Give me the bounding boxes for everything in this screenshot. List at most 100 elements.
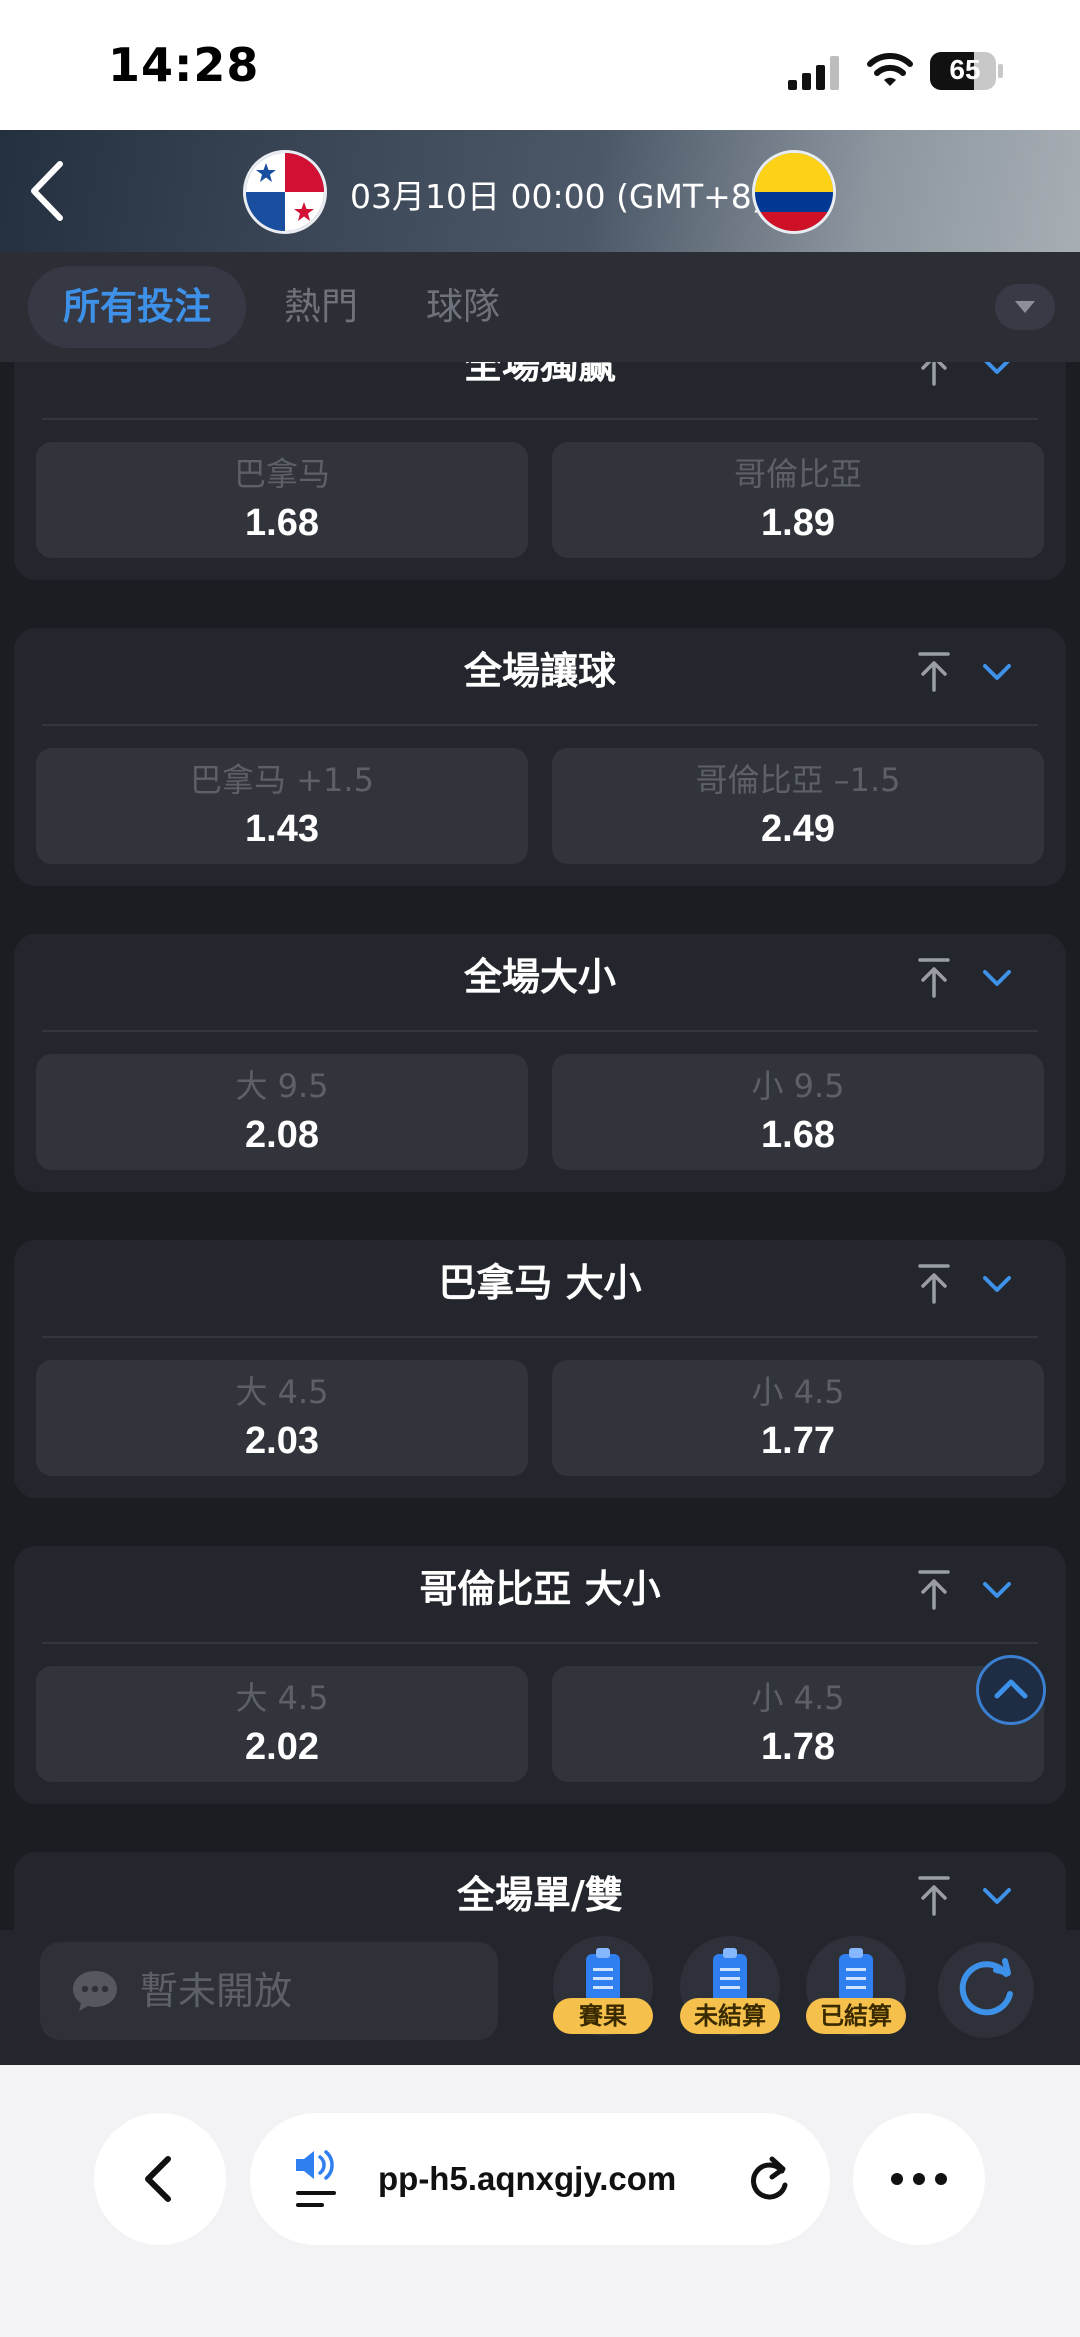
- odds-button[interactable]: 大 4.5 2.02: [36, 1666, 528, 1782]
- odds-value: 2.02: [245, 1726, 319, 1768]
- settled-button[interactable]: 已結算: [806, 1936, 906, 2046]
- battery-level: 65: [949, 54, 981, 85]
- speaker-icon: [296, 2150, 336, 2207]
- odds-button[interactable]: 大 9.5 2.08: [36, 1054, 528, 1170]
- chevron-down-icon[interactable]: [979, 654, 1015, 690]
- battery-indicator: 65: [930, 52, 1004, 90]
- chevron-down-icon[interactable]: [979, 1266, 1015, 1302]
- odds-button[interactable]: 小 9.5 1.68: [552, 1054, 1044, 1170]
- market-title: 巴拿马 大小: [438, 1261, 642, 1305]
- unsettled-label: 未結算: [680, 1998, 780, 2034]
- odds-value: 1.68: [245, 502, 319, 544]
- odds-value: 1.77: [761, 1420, 835, 1462]
- unsettled-button[interactable]: 未結算: [680, 1936, 780, 2046]
- colombia-flag-icon: [752, 150, 836, 234]
- chat-placeholder: 暫未開放: [140, 1969, 293, 2013]
- clipboard-clip: [596, 1948, 610, 1958]
- tab-dropdown-button[interactable]: [995, 284, 1055, 330]
- back-icon[interactable]: [22, 156, 72, 226]
- market-card: 全場大小 大 9.5 2.08 小 9.5 1.68: [14, 934, 1066, 1192]
- chevron-down-icon[interactable]: [979, 362, 1015, 384]
- odds-value: 2.49: [761, 808, 835, 850]
- odds-button[interactable]: 小 4.5 1.77: [552, 1360, 1044, 1476]
- address-bar[interactable]: pp-h5.aqnxgjy.com: [250, 2113, 830, 2245]
- results-label: 賽果: [553, 1998, 653, 2034]
- divider: [42, 724, 1038, 726]
- refresh-button[interactable]: [938, 1942, 1034, 2038]
- odds-button[interactable]: 巴拿马 +1.5 1.43: [36, 748, 528, 864]
- selection-label: 大 4.5: [235, 1679, 329, 1717]
- clipboard-icon: [713, 1954, 747, 2002]
- odds-button[interactable]: 哥倫比亞 1.89: [552, 442, 1044, 558]
- match-header: 03月10日 00:00 (GMT+8): [0, 130, 1080, 252]
- pin-to-top-icon[interactable]: [914, 1874, 954, 1918]
- odds-button[interactable]: 哥倫比亞 –1.5 2.49: [552, 748, 1044, 864]
- market-title: 哥倫比亞 大小: [419, 1567, 661, 1611]
- url-text: pp-h5.aqnxgjy.com: [378, 2160, 677, 2197]
- odds-value: 1.89: [761, 502, 835, 544]
- browser-toolbar: pp-h5.aqnxgjy.com: [0, 2065, 1080, 2337]
- status-bar: 14:28 65: [0, 0, 1080, 130]
- selection-label: 小 4.5: [751, 1679, 845, 1717]
- divider: [42, 418, 1038, 420]
- odds-button[interactable]: 大 4.5 2.03: [36, 1360, 528, 1476]
- chevron-down-icon[interactable]: [979, 1878, 1015, 1914]
- odds-value: 1.43: [245, 808, 319, 850]
- chevron-left-icon: [145, 2156, 171, 2202]
- clipboard-icon: [839, 1954, 873, 2002]
- chat-bubble-icon: [73, 1971, 117, 2011]
- selection-label: 哥倫比亞 –1.5: [695, 761, 901, 799]
- divider: [42, 1336, 1038, 1338]
- panama-flag-icon: [243, 150, 327, 234]
- chevron-down-icon[interactable]: [979, 1572, 1015, 1608]
- tab-teams[interactable]: 球隊: [404, 266, 522, 348]
- pin-to-top-icon[interactable]: [914, 362, 954, 388]
- selection-label: 大 9.5: [235, 1067, 329, 1105]
- market-list[interactable]: 全場獨赢 巴拿马 1.68 哥倫比亞 1.89 全場讓球 巴拿马 +1.5 1.…: [0, 362, 1080, 2065]
- selection-label: 大 4.5: [235, 1373, 329, 1411]
- selection-label: 巴拿马 +1.5: [190, 761, 374, 799]
- cellular-signal-icon: [788, 56, 839, 90]
- wifi-icon: [867, 53, 913, 86]
- pin-to-top-icon[interactable]: [914, 1568, 954, 1612]
- market-card: 全場獨赢 巴拿马 1.68 哥倫比亞 1.89: [14, 362, 1066, 580]
- more-dots-icon: [891, 2173, 947, 2185]
- selection-label: 小 9.5: [751, 1067, 845, 1105]
- selection-label: 巴拿马: [233, 455, 330, 493]
- scroll-to-top-button[interactable]: [976, 1655, 1046, 1725]
- pin-to-top-icon[interactable]: [914, 650, 954, 694]
- reload-icon[interactable]: [744, 2153, 794, 2205]
- pin-to-top-icon[interactable]: [914, 956, 954, 1000]
- clock: 14:28: [108, 38, 260, 92]
- clipboard-icon: [586, 1954, 620, 2002]
- tab-all-bets[interactable]: 所有投注: [28, 266, 246, 348]
- browser-back-button[interactable]: [94, 2113, 226, 2245]
- odds-value: 2.08: [245, 1114, 319, 1156]
- market-title: 全場獨赢: [463, 362, 616, 387]
- chevron-up-icon: [994, 1679, 1028, 1699]
- tab-popular[interactable]: 熱門: [262, 266, 380, 348]
- odds-button[interactable]: 巴拿马 1.68: [36, 442, 528, 558]
- market-tabs: 所有投注 熱門 球隊: [0, 252, 1080, 362]
- divider: [42, 1030, 1038, 1032]
- divider: [42, 1642, 1038, 1644]
- pin-to-top-icon[interactable]: [914, 1262, 954, 1306]
- market-card: 全場讓球 巴拿马 +1.5 1.43 哥倫比亞 –1.5 2.49: [14, 628, 1066, 886]
- odds-button[interactable]: 小 4.5 1.78: [552, 1666, 1044, 1782]
- market-title: 全場讓球: [463, 649, 616, 693]
- market-card: 哥倫比亞 大小 大 4.5 2.02 小 4.5 1.78: [14, 1546, 1066, 1804]
- caret-down-icon: [1015, 301, 1035, 313]
- browser-more-button[interactable]: [853, 2113, 985, 2245]
- market-title: 全場大小: [463, 955, 616, 999]
- bottom-action-bar: 暫未開放 賽果 未結算 已結算: [0, 1930, 1080, 2065]
- odds-value: 1.68: [761, 1114, 835, 1156]
- chat-input[interactable]: 暫未開放: [40, 1942, 498, 2040]
- market-card: 巴拿马 大小 大 4.5 2.03 小 4.5 1.77: [14, 1240, 1066, 1498]
- chevron-down-icon[interactable]: [979, 960, 1015, 996]
- refresh-icon: [959, 1958, 1013, 2016]
- odds-value: 2.03: [245, 1420, 319, 1462]
- odds-value: 1.78: [761, 1726, 835, 1768]
- selection-label: 哥倫比亞: [733, 455, 862, 493]
- selection-label: 小 4.5: [751, 1373, 845, 1411]
- results-button[interactable]: 賽果: [553, 1936, 653, 2046]
